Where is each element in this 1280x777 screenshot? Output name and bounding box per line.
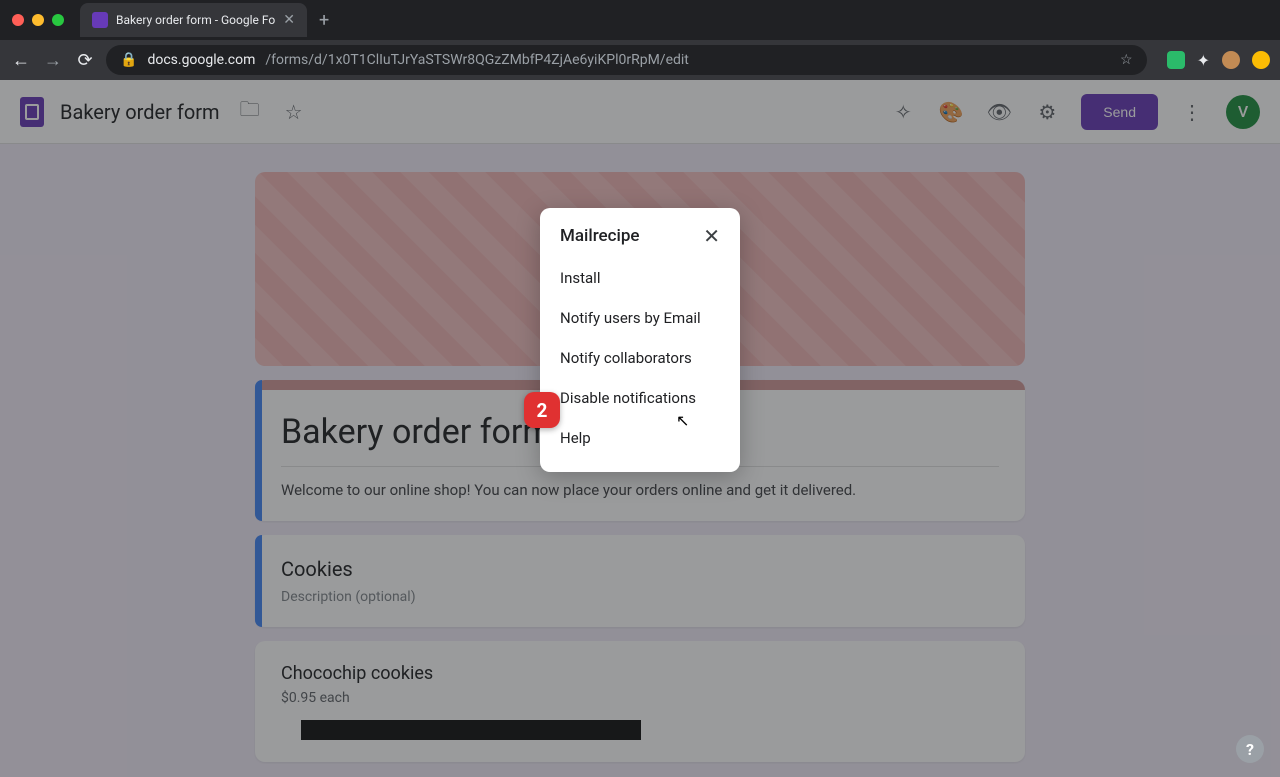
close-window-icon[interactable] [12,14,24,26]
forward-button[interactable]: → [42,50,64,71]
step-badge: 2 [524,392,560,428]
popup-item-notify-collaborators[interactable]: Notify collaborators [540,338,740,378]
help-fab[interactable]: ? [1236,735,1264,763]
extensions-puzzle-icon[interactable]: ✦ [1197,51,1210,70]
reload-button[interactable]: ⟳ [74,50,96,71]
popup-item-notify-users[interactable]: Notify users by Email [540,298,740,338]
url-path: /forms/d/1x0T1ClIuTJrYaSTSWr8QGzZMbfP4Zj… [265,52,689,68]
minimize-window-icon[interactable] [32,14,44,26]
maximize-window-icon[interactable] [52,14,64,26]
tab-close-icon[interactable]: ✕ [283,12,295,28]
pointer-cursor-icon: ↖ [676,411,689,430]
extension-icon[interactable] [1167,51,1185,69]
window-controls [12,14,64,26]
browser-toolbar: ← → ⟳ 🔒 docs.google.com/forms/d/1x0T1ClI… [0,40,1280,80]
new-tab-button[interactable]: + [319,10,329,31]
app-viewport: Bakery order form 🗀 ☆ ✧ 🎨 👁 ⚙ Send ⋮ V B… [0,80,1280,777]
back-button[interactable]: ← [10,50,32,71]
browser-tab-strip: Bakery order form - Google Fo ✕ + [0,0,1280,40]
tab-favicon-icon [92,12,108,28]
bookmark-star-icon[interactable]: ☆ [1120,52,1133,68]
popup-title: Mailrecipe [560,226,640,246]
popup-item-disable-notifications[interactable]: Disable notifications [540,378,740,418]
tab-title: Bakery order form - Google Fo [116,13,275,27]
lock-icon: 🔒 [120,52,137,68]
addon-popup: Mailrecipe ✕ Install Notify users by Ema… [540,208,740,472]
url-host: docs.google.com [147,52,255,68]
close-icon[interactable]: ✕ [703,224,720,248]
extensions-area: ✦ [1167,51,1270,70]
address-bar[interactable]: 🔒 docs.google.com/forms/d/1x0T1ClIuTJrYa… [106,45,1147,75]
profile-ext-icon[interactable] [1222,51,1240,69]
browser-tab[interactable]: Bakery order form - Google Fo ✕ [80,3,307,37]
popup-item-help[interactable]: Help [540,418,740,458]
popup-item-install[interactable]: Install [540,258,740,298]
chrome-profile-icon[interactable] [1252,51,1270,69]
